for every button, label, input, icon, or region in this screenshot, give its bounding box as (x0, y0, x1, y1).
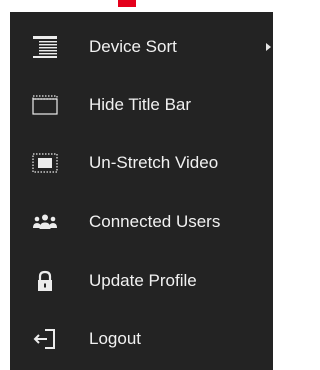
submenu-arrow-icon (266, 43, 271, 51)
users-icon (32, 210, 58, 234)
menu-page: Device Sort Hide Title Bar Un-Stretch Vi… (0, 0, 273, 370)
menu-item-label: Connected Users (89, 212, 221, 231)
menu-item-device-sort[interactable]: Device Sort (10, 18, 273, 76)
menu-item-label: Un-Stretch Video (89, 153, 219, 172)
list-sort-icon (32, 35, 58, 59)
menu-item-label: Logout (89, 329, 141, 348)
menu-pointer-tab (118, 0, 136, 7)
menu-item-hide-title-bar[interactable]: Hide Title Bar (10, 76, 273, 134)
window-titlebar-icon (32, 93, 58, 117)
unstretch-video-icon (32, 151, 58, 175)
menu-item-label: Hide Title Bar (89, 95, 192, 114)
menu-item-label: Update Profile (89, 271, 197, 290)
menu-item-update-profile[interactable]: Update Profile (10, 252, 273, 310)
menu-item-label: Device Sort (89, 37, 177, 56)
menu-item-connected-users[interactable]: Connected Users (10, 193, 273, 251)
menu-item-logout[interactable]: Logout (10, 310, 273, 368)
logout-icon (32, 327, 58, 351)
menu-item-unstretch-video[interactable]: Un-Stretch Video (10, 134, 273, 192)
dropdown-menu: Device Sort Hide Title Bar Un-Stretch Vi… (10, 12, 273, 370)
lock-icon (32, 269, 58, 293)
